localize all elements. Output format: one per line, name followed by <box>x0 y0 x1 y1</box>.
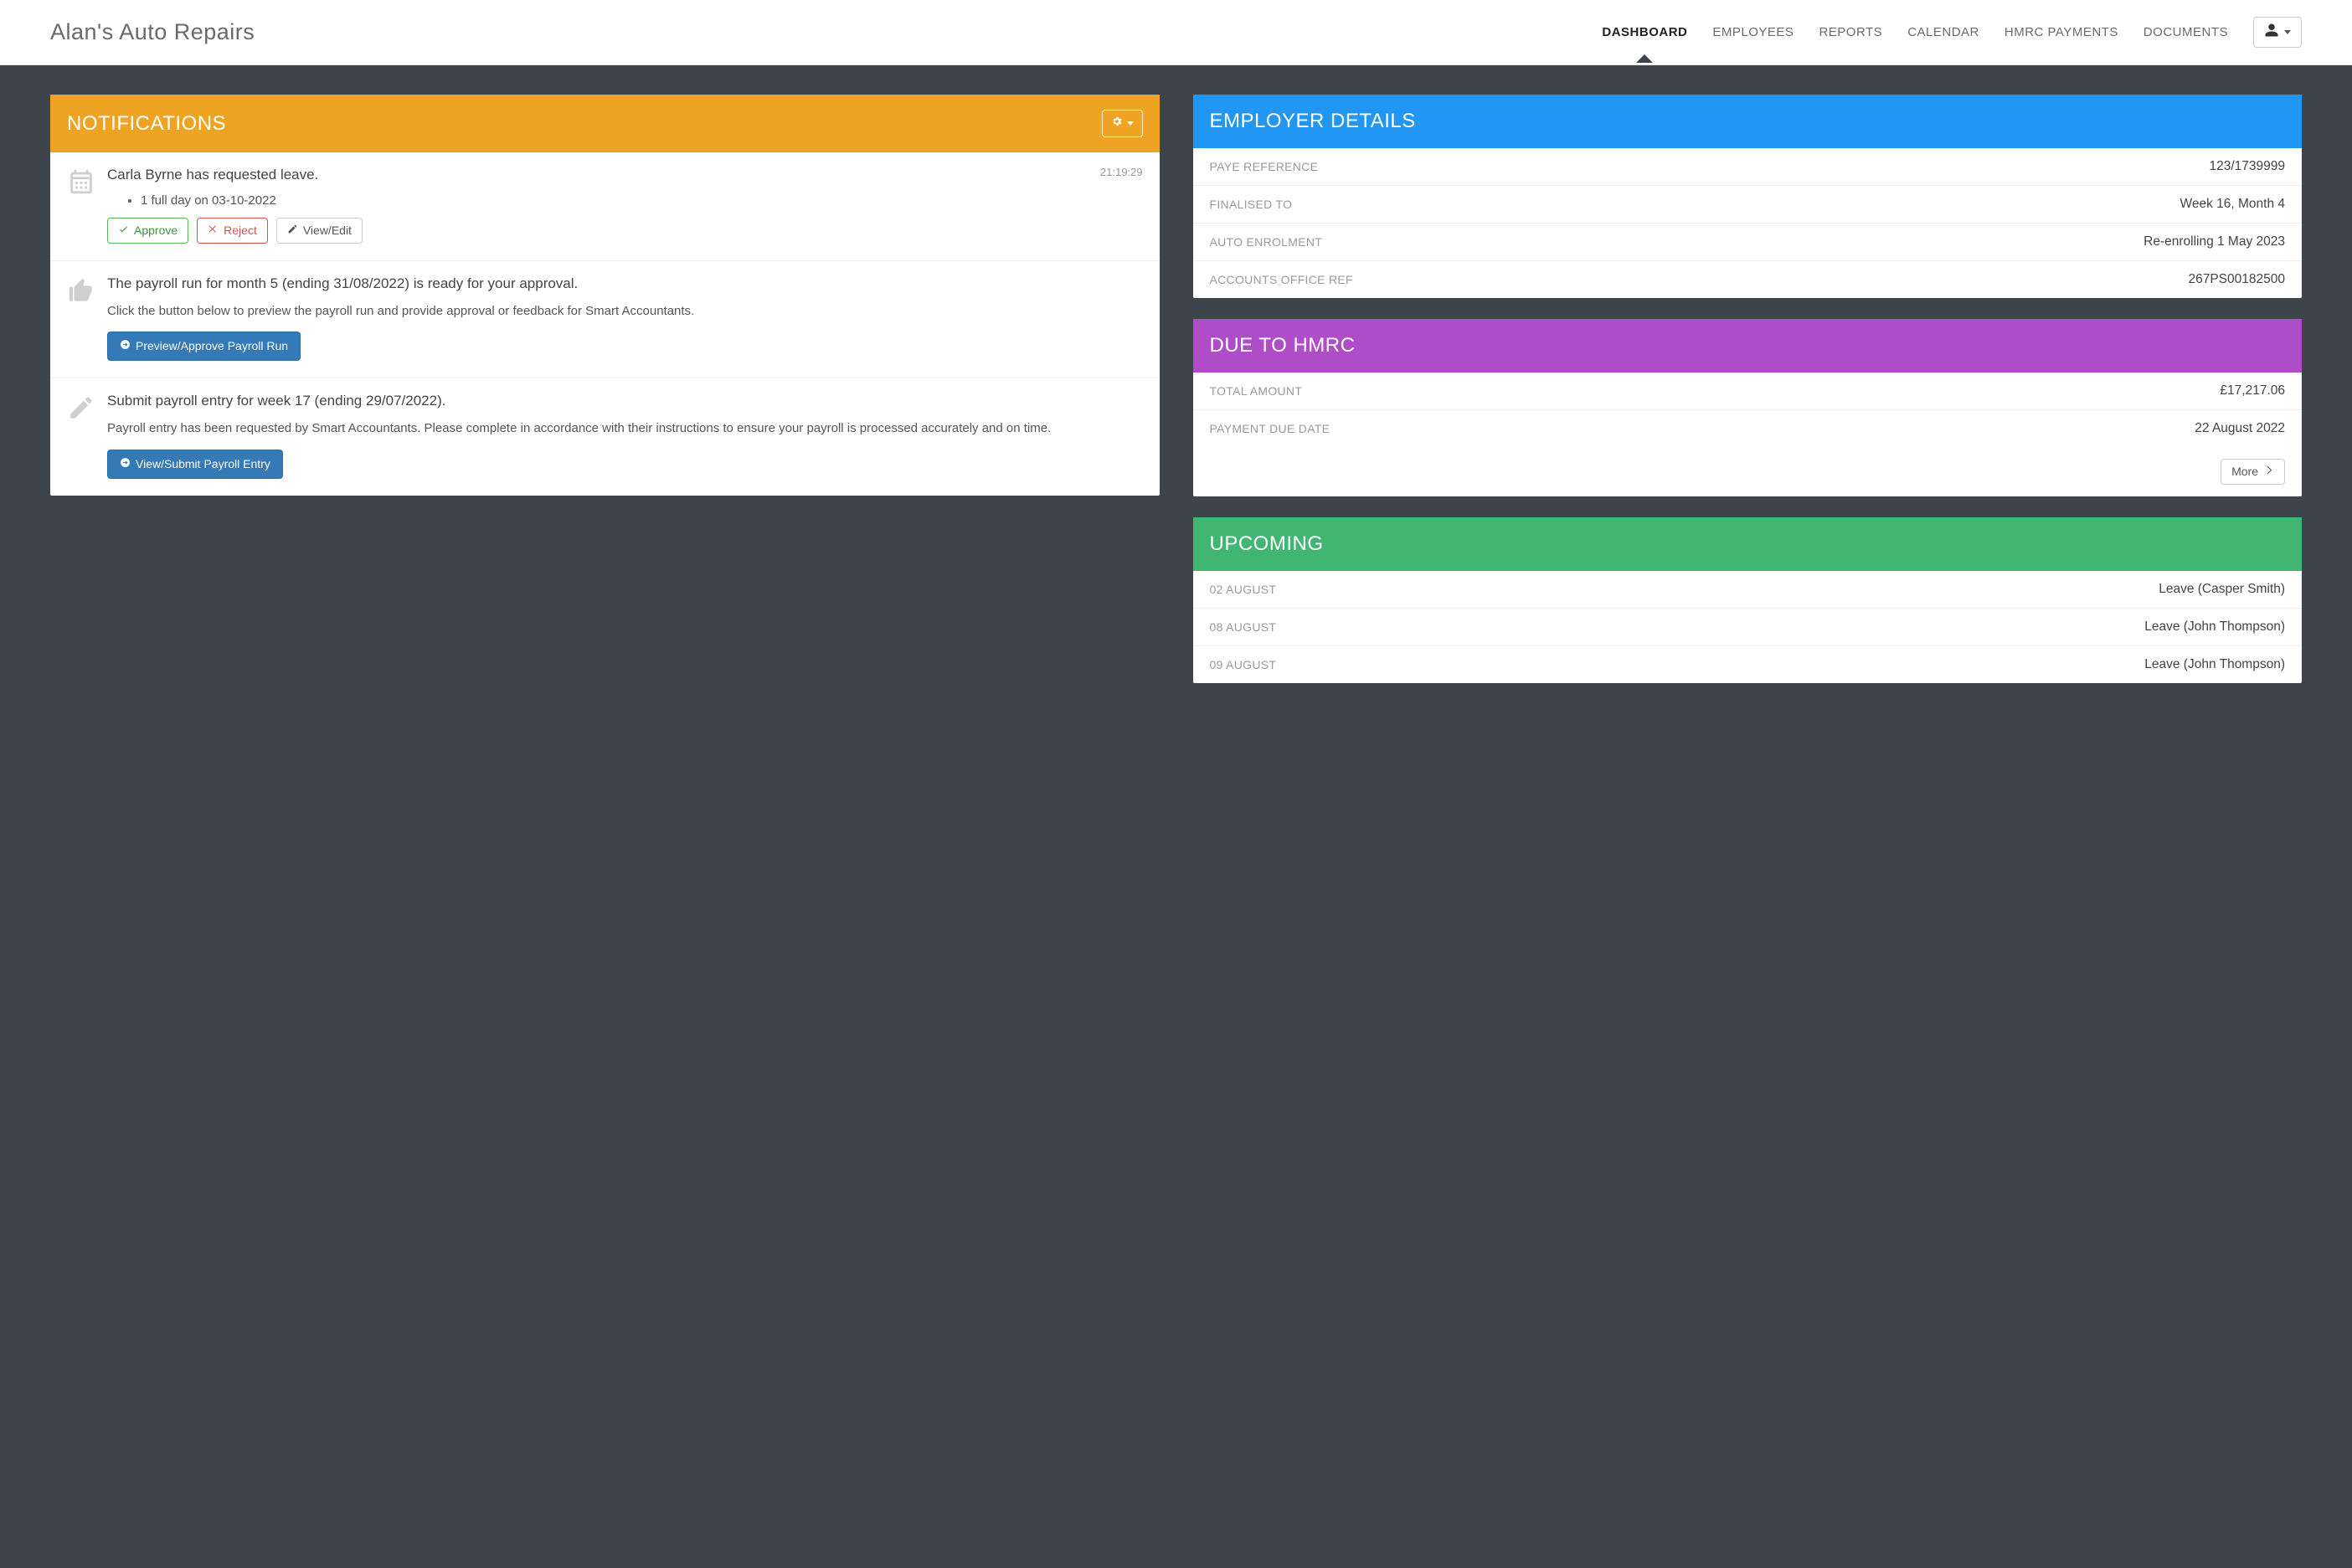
view-edit-button[interactable]: View/Edit <box>276 218 363 244</box>
kv-label: 08 AUGUST <box>1210 620 1277 634</box>
kv-label: PAYMENT DUE DATE <box>1210 422 1330 435</box>
kv-value: Week 16, Month 4 <box>2180 197 2285 212</box>
due-to-hmrc-footer: More <box>1193 447 2303 496</box>
notification-item: The payroll run for month 5 (ending 31/0… <box>50 261 1160 378</box>
notification-description: Click the button below to preview the pa… <box>107 302 1143 321</box>
topbar: Alan's Auto Repairs DASHBOARD EMPLOYEES … <box>0 0 2352 65</box>
more-label: More <box>2231 465 2258 479</box>
upcoming-header: UPCOMING <box>1193 517 2303 571</box>
left-column: NOTIFICATIONS Carla Byrne has requested … <box>50 95 1160 496</box>
kv-label: PAYE REFERENCE <box>1210 160 1319 173</box>
nav-hmrc-payments[interactable]: HMRC PAYMENTS <box>2005 3 2118 62</box>
nav-reports[interactable]: REPORTS <box>1819 3 1882 62</box>
chevron-down-icon <box>2284 30 2291 34</box>
notification-body: Carla Byrne has requested leave. 21:19:2… <box>107 166 1143 244</box>
due-to-hmrc-title: DUE TO HMRC <box>1210 334 1356 357</box>
close-icon <box>208 224 219 238</box>
view-edit-label: View/Edit <box>303 224 352 238</box>
notification-item: Submit payroll entry for week 17 (ending… <box>50 378 1160 495</box>
nav-dashboard[interactable]: DASHBOARD <box>1602 3 1687 62</box>
upcoming-title: UPCOMING <box>1210 532 1324 556</box>
kv-label: 02 AUGUST <box>1210 583 1277 596</box>
employer-details-header: EMPLOYER DETAILS <box>1193 95 2303 148</box>
nav-calendar[interactable]: CALENDAR <box>1907 3 1979 62</box>
notification-body: The payroll run for month 5 (ending 31/0… <box>107 275 1143 361</box>
employer-details-title: EMPLOYER DETAILS <box>1210 110 1416 133</box>
more-button[interactable]: More <box>2221 459 2285 485</box>
pencil-icon <box>287 224 298 238</box>
kv-row: PAYMENT DUE DATE 22 August 2022 <box>1193 410 2303 447</box>
arrow-right-circle-icon <box>120 339 131 353</box>
notifications-settings-button[interactable] <box>1102 110 1143 137</box>
reject-label: Reject <box>224 224 257 238</box>
kv-value: Leave (John Thompson) <box>2144 657 2285 672</box>
notification-title: Carla Byrne has requested leave. <box>107 166 318 185</box>
kv-value: £17,217.06 <box>2220 383 2285 398</box>
action-label: View/Submit Payroll Entry <box>136 457 270 471</box>
nav-documents[interactable]: DOCUMENTS <box>2144 3 2228 62</box>
right-column: EMPLOYER DETAILS PAYE REFERENCE 123/1739… <box>1193 95 2303 683</box>
kv-value: Leave (John Thompson) <box>2144 619 2285 635</box>
nav-employees[interactable]: EMPLOYEES <box>1712 3 1794 62</box>
view-submit-payroll-entry-button[interactable]: View/Submit Payroll Entry <box>107 450 283 479</box>
kv-label: 09 AUGUST <box>1210 658 1277 671</box>
notifications-panel: NOTIFICATIONS Carla Byrne has requested … <box>50 95 1160 496</box>
due-to-hmrc-panel: DUE TO HMRC TOTAL AMOUNT £17,217.06 PAYM… <box>1193 319 2303 496</box>
main-nav: DASHBOARD EMPLOYEES REPORTS CALENDAR HMR… <box>1602 3 2302 62</box>
kv-row: PAYE REFERENCE 123/1739999 <box>1193 148 2303 186</box>
notification-time: 21:19:29 <box>1100 166 1143 178</box>
kv-value: 22 August 2022 <box>2195 421 2285 436</box>
kv-label: AUTO ENROLMENT <box>1210 235 1323 249</box>
kv-label: ACCOUNTS OFFICE REF <box>1210 273 1353 286</box>
upcoming-list: 02 AUGUST Leave (Casper Smith) 08 AUGUST… <box>1193 571 2303 683</box>
kv-value: Leave (Casper Smith) <box>2159 582 2285 597</box>
kv-label: FINALISED TO <box>1210 198 1293 211</box>
employer-details-list: PAYE REFERENCE 123/1739999 FINALISED TO … <box>1193 148 2303 298</box>
upcoming-panel: UPCOMING 02 AUGUST Leave (Casper Smith) … <box>1193 517 2303 683</box>
gear-icon <box>1111 116 1123 131</box>
notification-description: Payroll entry has been requested by Smar… <box>107 419 1143 438</box>
calendar-icon <box>67 166 95 244</box>
notification-body: Submit payroll entry for week 17 (ending… <box>107 392 1143 478</box>
notification-title: Submit payroll entry for week 17 (ending… <box>107 392 1143 411</box>
preview-approve-payroll-button[interactable]: Preview/Approve Payroll Run <box>107 332 301 361</box>
chevron-right-icon <box>2263 465 2274 479</box>
thumbs-up-icon <box>67 275 95 361</box>
kv-row: AUTO ENROLMENT Re-enrolling 1 May 2023 <box>1193 224 2303 261</box>
approve-button[interactable]: Approve <box>107 218 188 244</box>
reject-button[interactable]: Reject <box>197 218 268 244</box>
pencil-icon <box>67 392 95 478</box>
kv-value: Re-enrolling 1 May 2023 <box>2144 234 2285 249</box>
user-menu-button[interactable] <box>2253 17 2302 48</box>
approve-label: Approve <box>134 224 178 238</box>
kv-row: TOTAL AMOUNT £17,217.06 <box>1193 373 2303 410</box>
kv-row: 02 AUGUST Leave (Casper Smith) <box>1193 571 2303 609</box>
kv-label: TOTAL AMOUNT <box>1210 384 1303 398</box>
check-icon <box>118 224 129 238</box>
main-container: NOTIFICATIONS Carla Byrne has requested … <box>0 65 2352 712</box>
notifications-header: NOTIFICATIONS <box>50 95 1160 152</box>
notification-bullet: 1 full day on 03-10-2022 <box>141 193 1143 208</box>
notifications-title: NOTIFICATIONS <box>67 112 226 136</box>
kv-row: 08 AUGUST Leave (John Thompson) <box>1193 609 2303 646</box>
kv-row: FINALISED TO Week 16, Month 4 <box>1193 186 2303 224</box>
kv-row: 09 AUGUST Leave (John Thompson) <box>1193 646 2303 683</box>
arrow-right-circle-icon <box>120 457 131 471</box>
due-to-hmrc-header: DUE TO HMRC <box>1193 319 2303 373</box>
brand-title: Alan's Auto Repairs <box>50 19 255 45</box>
chevron-down-icon <box>1127 121 1134 126</box>
kv-value: 123/1739999 <box>2209 159 2285 174</box>
employer-details-panel: EMPLOYER DETAILS PAYE REFERENCE 123/1739… <box>1193 95 2303 298</box>
kv-value: 267PS00182500 <box>2188 272 2285 287</box>
user-icon <box>2264 23 2279 42</box>
action-label: Preview/Approve Payroll Run <box>136 339 288 353</box>
due-to-hmrc-list: TOTAL AMOUNT £17,217.06 PAYMENT DUE DATE… <box>1193 373 2303 447</box>
kv-row: ACCOUNTS OFFICE REF 267PS00182500 <box>1193 261 2303 298</box>
notification-title: The payroll run for month 5 (ending 31/0… <box>107 275 1143 294</box>
notification-item: Carla Byrne has requested leave. 21:19:2… <box>50 152 1160 261</box>
